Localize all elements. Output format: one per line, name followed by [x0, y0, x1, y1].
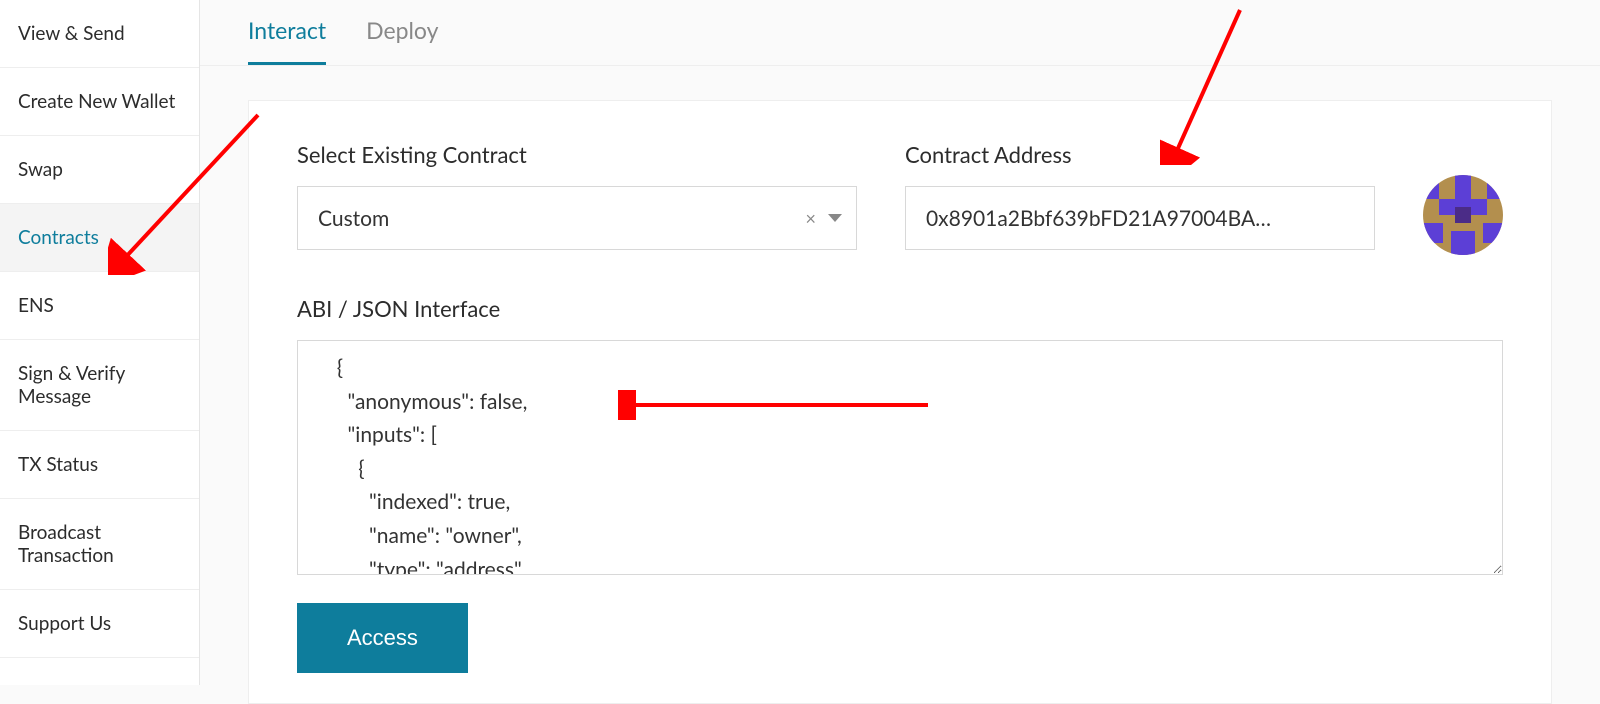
sidebar-item-label: TX Status [18, 453, 98, 476]
sidebar-item-label: Sign & Verify Message [18, 362, 125, 408]
sidebar-item-label: Swap [18, 158, 63, 181]
chevron-down-icon[interactable] [828, 214, 842, 222]
tabs: Interact Deploy [200, 0, 1600, 66]
sidebar-item-label: View & Send [18, 22, 125, 45]
abi-field: ABI / JSON Interface [297, 295, 1503, 575]
sidebar-item-support[interactable]: Support Us [0, 590, 199, 658]
sidebar-item-label: Broadcast Transaction [18, 521, 114, 567]
selected-contract-value: Custom [318, 206, 389, 231]
abi-textarea[interactable] [297, 340, 1503, 575]
sidebar-item-contracts[interactable]: Contracts [0, 204, 199, 272]
sidebar-item-sign-verify[interactable]: Sign & Verify Message [0, 340, 199, 431]
address-identicon [1423, 175, 1503, 255]
contract-address-value: 0x8901a2Bbf639bFD21A97004BA… [926, 206, 1271, 231]
contract-select-dropdown[interactable]: Custom × [297, 186, 857, 250]
select-contract-field: Select Existing Contract Custom × [297, 141, 857, 250]
access-button[interactable]: Access [297, 603, 468, 673]
access-button-label: Access [347, 625, 418, 650]
tab-label: Interact [248, 16, 326, 44]
sidebar-item-ens[interactable]: ENS [0, 272, 199, 340]
sidebar-item-tx-status[interactable]: TX Status [0, 431, 199, 499]
select-contract-label: Select Existing Contract [297, 141, 857, 168]
main-content: Interact Deploy Select Existing Contract… [200, 0, 1600, 685]
sidebar-item-swap[interactable]: Swap [0, 136, 199, 204]
contract-address-input[interactable]: 0x8901a2Bbf639bFD21A97004BA… [905, 186, 1375, 250]
tab-interact[interactable]: Interact [248, 0, 326, 65]
contract-address-field: Contract Address 0x8901a2Bbf639bFD21A970… [905, 141, 1375, 250]
sidebar-item-label: Support Us [18, 612, 111, 635]
sidebar-item-label: Create New Wallet [18, 90, 175, 113]
clear-icon[interactable]: × [806, 207, 816, 229]
sidebar-item-label: Contracts [18, 226, 99, 249]
sidebar-item-broadcast[interactable]: Broadcast Transaction [0, 499, 199, 590]
tab-label: Deploy [366, 16, 438, 44]
sidebar: View & Send Create New Wallet Swap Contr… [0, 0, 200, 685]
tab-deploy[interactable]: Deploy [366, 0, 438, 65]
abi-label: ABI / JSON Interface [297, 295, 1503, 322]
sidebar-item-label: ENS [18, 294, 54, 317]
sidebar-item-view-send[interactable]: View & Send [0, 0, 199, 68]
sidebar-item-create-wallet[interactable]: Create New Wallet [0, 68, 199, 136]
contract-address-label: Contract Address [905, 141, 1375, 168]
interact-panel: Select Existing Contract Custom × Contra… [248, 100, 1552, 704]
